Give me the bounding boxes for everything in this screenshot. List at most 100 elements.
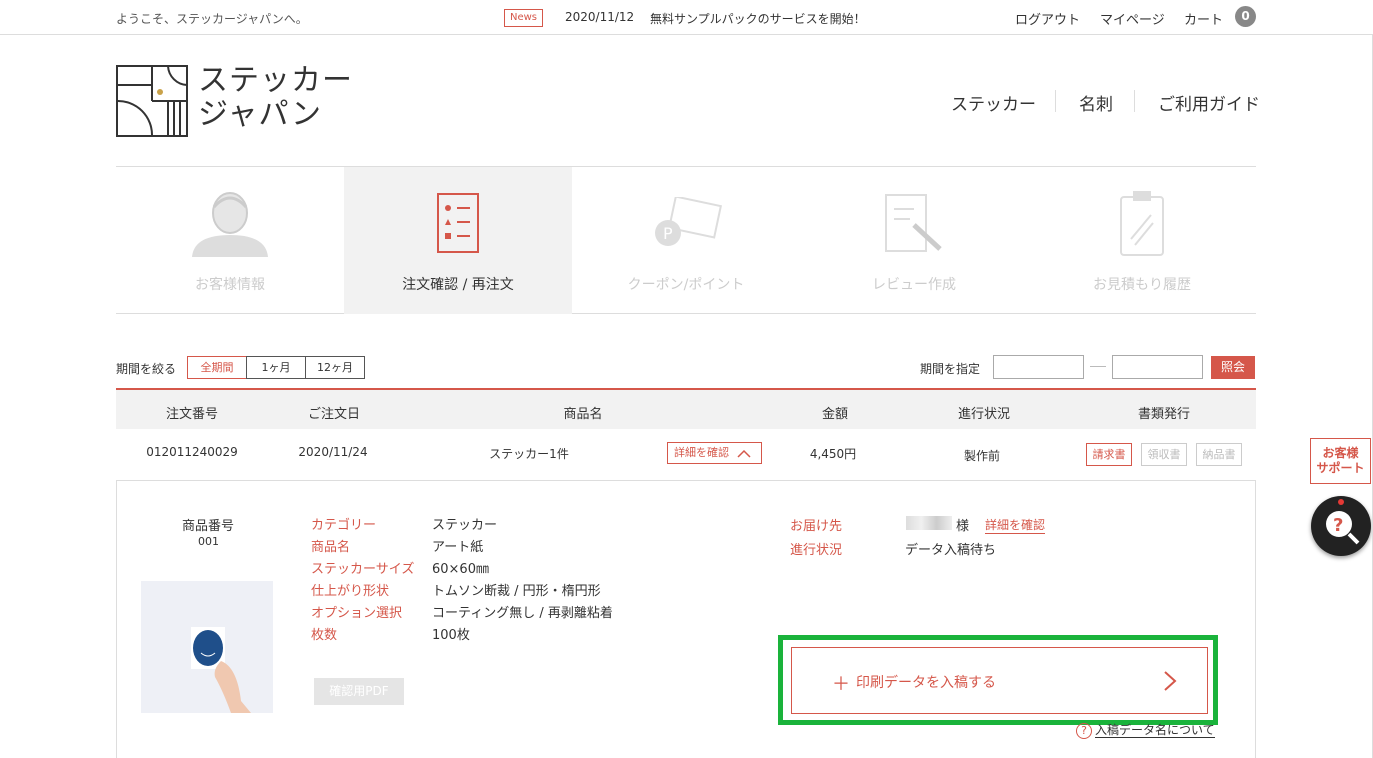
file-name-help-link[interactable]: ? 入稿データ名について [1076, 721, 1215, 739]
mypage-tabs: お客様情報 注文確認 / 再注文 P クーポン/ポイント レビュー作成 お見積も… [116, 166, 1256, 314]
user-icon [190, 187, 270, 263]
detail-toggle-button[interactable]: 詳細を確認 [667, 442, 762, 464]
support-line-2: サポート [1316, 461, 1365, 475]
news-badge: News [504, 9, 544, 27]
nav-divider [1134, 90, 1135, 112]
spec-value: コーティング無し / 再剥離粘着 [432, 606, 613, 621]
logo-mark-icon [116, 65, 188, 137]
column-header: 書類発行 [1137, 407, 1191, 422]
cart-link[interactable]: カート [1184, 9, 1223, 28]
range-dash [1090, 366, 1106, 367]
tab-label: レビュー作成 [872, 277, 956, 293]
delivery-note-button[interactable]: 納品書 [1196, 443, 1242, 466]
order-number: 012011240029 [146, 445, 238, 459]
support-button[interactable]: ? [1311, 496, 1371, 556]
upload-print-data-button[interactable]: ＋ 印刷データを入稿する [791, 647, 1208, 714]
logo-text[interactable]: ステッカー ジャパン [198, 64, 353, 132]
order-status: 製作前 [963, 449, 1001, 463]
date-range-label: 期間を指定 [920, 362, 981, 376]
spec-label: ステッカーサイズ [311, 562, 415, 577]
spec-value: トムソン断裁 / 円形・楕円形 [432, 584, 601, 599]
welcome-text: ようこそ、ステッカージャパンへ。 [116, 12, 308, 26]
logo-line-2: ジャパン [198, 97, 322, 132]
order-amount: 4,450円 [809, 447, 857, 461]
spec-label: 商品名 [311, 540, 351, 555]
mypage-link[interactable]: マイページ [1100, 9, 1165, 28]
nav-divider [1055, 90, 1056, 112]
tab-customer-info[interactable]: お客様情報 [116, 167, 344, 314]
nav-guide[interactable]: ご利用ガイド [1158, 90, 1260, 115]
support-line-1: お客様 [1322, 446, 1359, 460]
item-number-label: 商品番号 [182, 519, 235, 534]
spec-labels: カテゴリー 商品名 ステッカーサイズ 仕上がり形状 オプション選択 枚数 [311, 515, 414, 647]
news-date: 2020/11/12 [565, 10, 635, 24]
delivery-label: お届け先 [790, 519, 843, 534]
cart-count-badge[interactable]: 0 [1235, 6, 1256, 27]
tab-order-confirm[interactable]: 注文確認 / 再注文 [344, 167, 572, 314]
invoice-button[interactable]: 請求書 [1086, 443, 1132, 466]
blurred-recipient-name [906, 516, 952, 530]
order-list-icon [437, 193, 479, 257]
question-icon: ? [1076, 723, 1092, 739]
spec-value: 60×60㎜ [432, 562, 489, 577]
coupon-icon: P [648, 195, 724, 255]
plus-icon: ＋ [832, 674, 850, 695]
tab-coupon-point[interactable]: P クーポン/ポイント [572, 167, 800, 314]
item-number-value: 001 [198, 535, 219, 548]
review-icon [884, 193, 944, 257]
spec-values: ステッカー アート紙 60×60㎜ トムソン断裁 / 円形・楕円形 コーティング… [432, 515, 613, 647]
customer-support-label[interactable]: お客様 サポート [1310, 438, 1371, 484]
tab-label: お見積もり履歴 [1093, 277, 1191, 293]
clipboard-icon [1119, 189, 1165, 261]
period-1month-button[interactable]: 1ヶ月 [246, 356, 306, 379]
logout-link[interactable]: ログアウト [1015, 9, 1080, 28]
column-header: ご注文日 [307, 407, 361, 422]
top-bar: ようこそ、ステッカージャパンへ。 News 2020/11/12 無料サンプルパ… [0, 0, 1373, 35]
column-header: 商品名 [563, 407, 603, 422]
spec-label: カテゴリー [311, 518, 377, 533]
product-thumbnail[interactable] [141, 581, 273, 713]
confirm-pdf-button[interactable]: 確認用PDF [314, 678, 404, 705]
sticker-hand-image [141, 581, 273, 713]
tab-label: お客様情報 [195, 277, 265, 293]
chevron-up-icon [737, 449, 751, 458]
detail-toggle-label: 詳細を確認 [674, 446, 729, 459]
tab-label: 注文確認 / 再注文 [402, 277, 514, 293]
upload-button-label: 印刷データを入稿する [856, 675, 996, 691]
column-header: 金額 [821, 407, 849, 422]
tab-label: クーポン/ポイント [627, 277, 745, 293]
news-text-link[interactable]: 無料サンプルパックのサービスを開始！ [650, 10, 866, 27]
logo-line-1: ステッカー [198, 63, 353, 98]
date-from-input[interactable] [993, 355, 1084, 379]
column-header: 注文番号 [165, 407, 219, 422]
help-link-label: 入稿データ名について [1095, 723, 1215, 738]
spec-value: ステッカー [432, 518, 498, 533]
chevron-right-icon [1164, 671, 1177, 691]
period-filter-label: 期間を絞る [116, 362, 177, 376]
search-button[interactable]: 照会 [1211, 356, 1255, 379]
order-date: 2020/11/24 [298, 445, 368, 459]
spec-value: アート紙 [432, 540, 484, 555]
tab-review[interactable]: レビュー作成 [800, 167, 1028, 314]
svg-text:P: P [663, 224, 673, 243]
spec-label: オプション選択 [311, 606, 403, 621]
delivery-detail-link[interactable]: 詳細を確認 [985, 516, 1046, 534]
tab-estimate-history[interactable]: お見積もり履歴 [1028, 167, 1256, 314]
progress-label: 進行状況 [790, 543, 843, 558]
recipient-suffix: 様 [956, 519, 970, 534]
nav-business-card[interactable]: 名刺 [1079, 90, 1113, 115]
date-to-input[interactable] [1112, 355, 1203, 379]
svg-text:?: ? [1333, 515, 1343, 536]
spec-value: 100枚 [432, 628, 470, 643]
spec-label: 仕上がり形状 [311, 584, 390, 599]
order-table-header: 注文番号 ご注文日 商品名 金額 進行状況 書類発行 [116, 388, 1256, 429]
product-name: ステッカー1件 [489, 447, 569, 461]
period-all-button[interactable]: 全期間 [187, 356, 247, 379]
progress-value: データ入稿待ち [905, 543, 997, 558]
nav-sticker[interactable]: ステッカー [951, 90, 1036, 115]
help-search-icon: ? [1326, 499, 1360, 545]
receipt-button[interactable]: 領収書 [1141, 443, 1187, 466]
period-12month-button[interactable]: 12ヶ月 [305, 356, 365, 379]
spec-label: 枚数 [311, 628, 338, 643]
column-header: 進行状況 [957, 407, 1011, 422]
